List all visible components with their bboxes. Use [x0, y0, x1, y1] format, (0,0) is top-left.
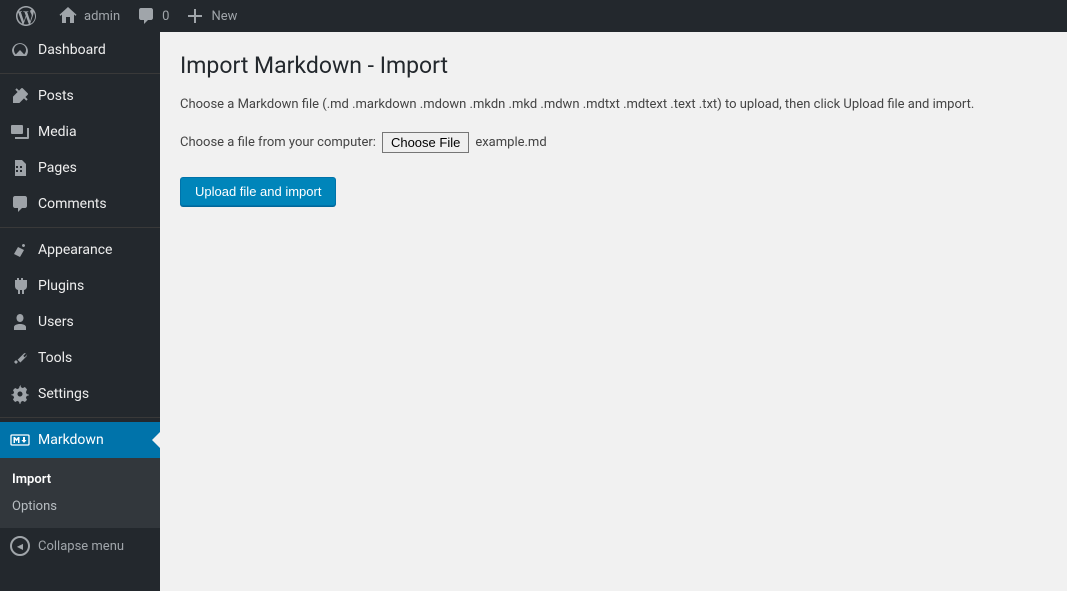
- sidebar-label: Media: [38, 124, 77, 140]
- sidebar-item-pages[interactable]: Pages: [0, 150, 160, 186]
- main-content: Import Markdown - Import Choose a Markdo…: [160, 32, 1067, 591]
- home-icon: [58, 6, 78, 26]
- comments-menu[interactable]: 0: [128, 0, 177, 32]
- sidebar-submenu: Import Options: [0, 458, 160, 528]
- plugin-icon: [10, 276, 30, 296]
- sidebar-label: Dashboard: [38, 42, 106, 58]
- sidebar-item-posts[interactable]: Posts: [0, 78, 160, 114]
- new-label: New: [211, 9, 237, 24]
- tools-icon: [10, 348, 30, 368]
- dashboard-icon: [10, 40, 30, 60]
- collapse-menu[interactable]: Collapse menu: [0, 528, 160, 564]
- site-name-label: admin: [84, 9, 120, 24]
- sidebar-item-plugins[interactable]: Plugins: [0, 268, 160, 304]
- wp-logo-menu[interactable]: [8, 0, 50, 32]
- sidebar-label: Pages: [38, 160, 77, 176]
- file-upload-row: Choose a file from your computer: Choose…: [180, 132, 1047, 153]
- wordpress-icon: [16, 6, 36, 26]
- sidebar-label: Comments: [38, 196, 107, 212]
- user-icon: [10, 312, 30, 332]
- sidebar-label: Settings: [38, 386, 89, 402]
- page-description: Choose a Markdown file (.md .markdown .m…: [180, 97, 1047, 112]
- pin-icon: [10, 86, 30, 106]
- comment-icon: [136, 6, 156, 26]
- sidebar-item-settings[interactable]: Settings: [0, 376, 160, 412]
- settings-icon: [10, 384, 30, 404]
- site-name-menu[interactable]: admin: [50, 0, 128, 32]
- markdown-icon: [10, 430, 30, 450]
- sidebar-label: Appearance: [38, 242, 112, 258]
- sidebar-item-media[interactable]: Media: [0, 114, 160, 150]
- page-title: Import Markdown - Import: [180, 52, 1047, 79]
- selected-filename: example.md: [475, 135, 546, 150]
- file-prompt: Choose a file from your computer:: [180, 135, 376, 150]
- choose-file-button[interactable]: Choose File: [382, 132, 469, 153]
- media-icon: [10, 122, 30, 142]
- admin-sidebar: Dashboard Posts Media Pages Comments App…: [0, 32, 160, 591]
- comments-count: 0: [162, 9, 169, 24]
- plus-icon: [185, 6, 205, 26]
- upload-submit-button[interactable]: Upload file and import: [180, 177, 336, 206]
- sidebar-label: Posts: [38, 88, 74, 104]
- sidebar-item-tools[interactable]: Tools: [0, 340, 160, 376]
- appearance-icon: [10, 240, 30, 260]
- sidebar-label: Plugins: [38, 278, 84, 294]
- comments-icon: [10, 194, 30, 214]
- pages-icon: [10, 158, 30, 178]
- sidebar-label: Tools: [38, 350, 72, 366]
- sidebar-label: Users: [38, 314, 74, 330]
- sidebar-item-comments[interactable]: Comments: [0, 186, 160, 222]
- sidebar-item-markdown[interactable]: Markdown: [0, 422, 160, 458]
- admin-bar: admin 0 New: [0, 0, 1067, 32]
- submenu-options[interactable]: Options: [0, 493, 160, 520]
- new-content-menu[interactable]: New: [177, 0, 245, 32]
- collapse-label: Collapse menu: [38, 539, 124, 554]
- sidebar-item-appearance[interactable]: Appearance: [0, 232, 160, 268]
- sidebar-item-dashboard[interactable]: Dashboard: [0, 32, 160, 68]
- collapse-icon: [10, 536, 30, 556]
- sidebar-item-users[interactable]: Users: [0, 304, 160, 340]
- submenu-import[interactable]: Import: [0, 466, 160, 493]
- sidebar-label: Markdown: [38, 432, 104, 448]
